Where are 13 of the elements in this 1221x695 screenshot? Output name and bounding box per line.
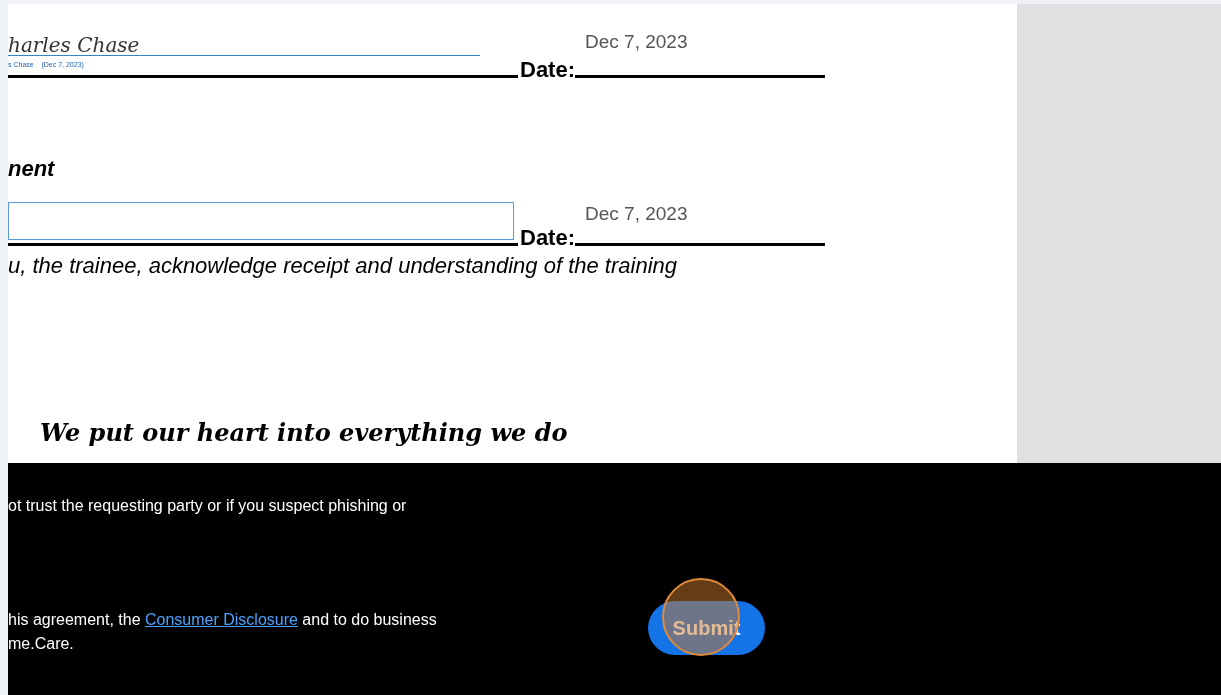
- agreement-text: his agreement, the Consumer Disclosure and to do business: [8, 610, 438, 630]
- date-value: Dec 7, 2023: [585, 202, 688, 226]
- date-label: Date:: [520, 226, 575, 250]
- agreement-text-continued: me.Care.: [8, 634, 75, 654]
- consumer-disclosure-link[interactable]: Consumer Disclosure: [144, 611, 298, 628]
- date-label: Date:: [520, 58, 575, 82]
- signature-field[interactable]: [8, 202, 514, 240]
- acknowledgement-text: u, the trainee, acknowledge receipt and understanding of the training: [8, 252, 678, 280]
- date-value: Dec 7, 2023: [585, 30, 688, 54]
- section-heading: nent: [8, 156, 56, 182]
- tagline: We put our heart into everything we do: [40, 418, 569, 448]
- signature: harles Chase: [8, 33, 140, 57]
- warning-text: ot trust the requesting party or if you suspect phishing or: [8, 496, 408, 516]
